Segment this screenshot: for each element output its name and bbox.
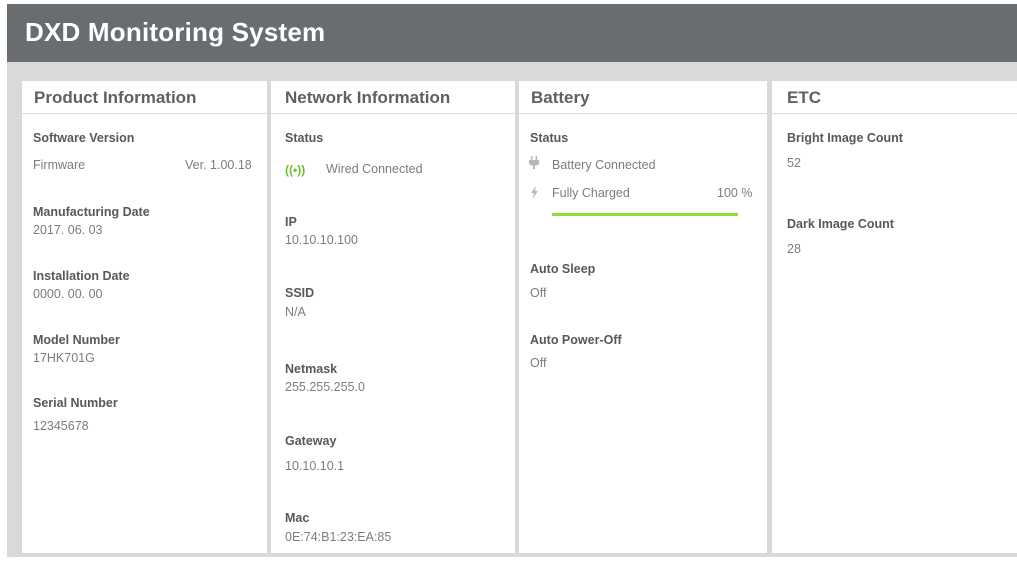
ssid-value: N/A <box>285 305 306 319</box>
mac-value: 0E:74:B1:23:EA:85 <box>285 530 392 544</box>
network-information-panel: Network Information Status ((•)) Wired C… <box>271 81 515 553</box>
auto-sleep-value: Off <box>530 286 547 300</box>
model-number-label: Model Number <box>33 333 120 347</box>
lightning-bolt-icon <box>530 186 539 202</box>
mac-label: Mac <box>285 511 310 525</box>
etc-panel: ETC Bright Image Count 52 Dark Image Cou… <box>772 81 1017 553</box>
installation-date-value: 0000. 00. 00 <box>33 287 103 301</box>
ip-label: IP <box>285 215 297 229</box>
charge-percent-value: 100 % <box>717 186 753 200</box>
wifi-signal-icon: ((•)) <box>285 163 306 177</box>
app-title: DXD Monitoring System <box>25 17 326 47</box>
charge-status-value: Fully Charged <box>552 186 630 200</box>
battery-panel: Battery Status Battery Connected Fully C… <box>519 81 767 553</box>
firmware-version-value: Ver. 1.00.18 <box>185 158 252 172</box>
netmask-label: Netmask <box>285 362 338 376</box>
battery-charge-fill <box>552 213 738 216</box>
installation-date-label: Installation Date <box>33 269 130 283</box>
gateway-value: 10.10.10.1 <box>285 459 345 473</box>
model-number-value: 17HK701G <box>33 351 95 365</box>
panel-title: Network Information <box>271 81 515 114</box>
network-status-value: Wired Connected <box>326 162 423 176</box>
software-version-label: Software Version <box>33 131 135 145</box>
product-information-panel: Product Information Software Version Fir… <box>22 81 267 553</box>
serial-number-label: Serial Number <box>33 396 118 410</box>
ssid-label: SSID <box>285 286 315 300</box>
manufacturing-date-value: 2017. 06. 03 <box>33 223 103 237</box>
app-frame: DXD Monitoring System Product Informatio… <box>7 4 1017 557</box>
panel-title: Product Information <box>22 81 267 114</box>
dark-image-count-label: Dark Image Count <box>787 217 894 231</box>
dark-image-count-value: 28 <box>787 242 801 256</box>
netmask-value: 255.255.255.0 <box>285 380 365 394</box>
serial-number-value: 12345678 <box>33 419 89 433</box>
network-status-label: Status <box>285 131 324 145</box>
battery-status-label: Status <box>530 131 569 145</box>
bright-image-count-label: Bright Image Count <box>787 131 903 145</box>
auto-sleep-label: Auto Sleep <box>530 262 596 276</box>
panel-title: ETC <box>772 81 1017 114</box>
panel-title: Battery <box>519 81 767 114</box>
gateway-label: Gateway <box>285 434 337 448</box>
battery-charge-bar <box>552 213 738 216</box>
manufacturing-date-label: Manufacturing Date <box>33 205 150 219</box>
bright-image-count-value: 52 <box>787 156 801 170</box>
plug-icon <box>529 156 539 172</box>
auto-power-off-value: Off <box>530 356 547 370</box>
ip-value: 10.10.10.100 <box>285 233 358 247</box>
firmware-label: Firmware <box>33 158 86 172</box>
battery-connected-value: Battery Connected <box>552 158 656 172</box>
auto-power-off-label: Auto Power-Off <box>530 333 622 347</box>
app-header: DXD Monitoring System <box>7 4 1017 62</box>
